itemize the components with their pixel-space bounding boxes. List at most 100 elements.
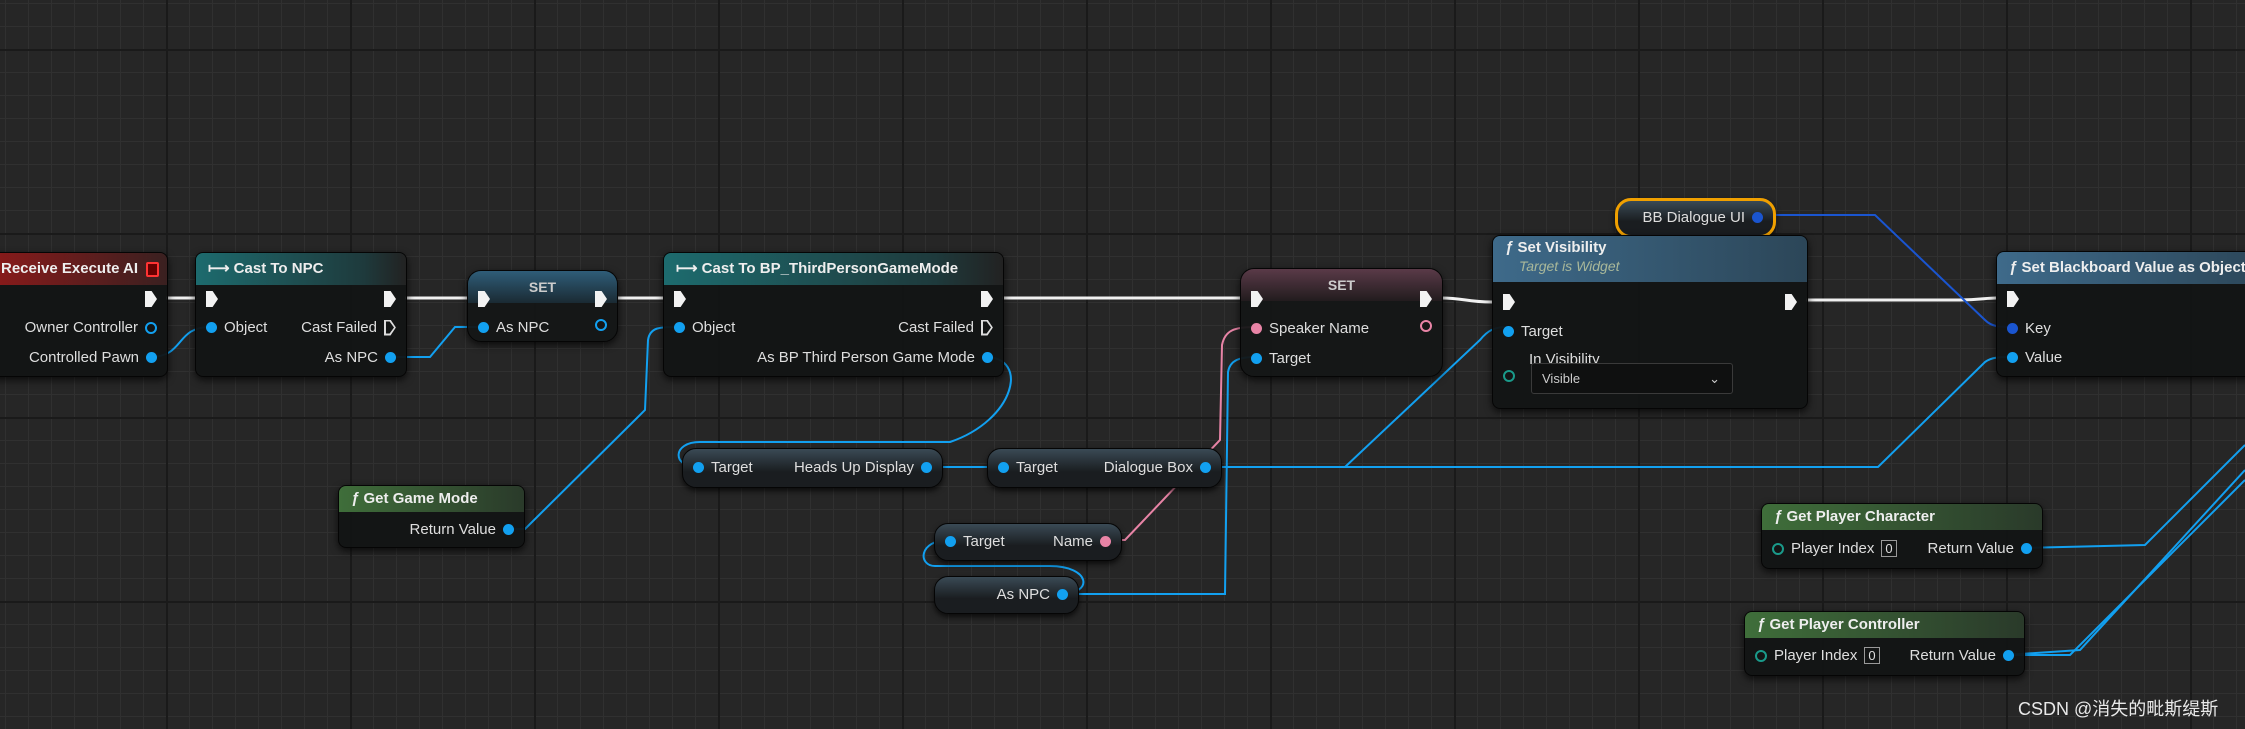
cast-failed-pin[interactable] bbox=[384, 320, 396, 336]
pin-label: Return Value bbox=[409, 521, 496, 538]
key-pin[interactable] bbox=[2007, 323, 2018, 334]
exec-in-pin[interactable] bbox=[478, 291, 490, 307]
exec-wire bbox=[1440, 296, 1493, 304]
object-pin[interactable] bbox=[674, 322, 685, 333]
node-header: ƒ Set Blackboard Value as Object bbox=[1997, 252, 2245, 284]
return-value-pin[interactable] bbox=[503, 524, 514, 535]
as-npc-pin[interactable] bbox=[1057, 589, 1068, 600]
exec-in-pin[interactable] bbox=[2007, 291, 2019, 307]
node-header: ƒ Get Player Character bbox=[1762, 504, 2042, 530]
node-set-speaker-name[interactable]: SET Speaker Name Target bbox=[1240, 268, 1443, 377]
exec-in-pin[interactable] bbox=[1251, 291, 1263, 307]
exec-out-pin[interactable] bbox=[1420, 291, 1432, 307]
as-npc-pin[interactable] bbox=[385, 352, 396, 363]
name-pin[interactable] bbox=[1100, 536, 1111, 547]
pin-label: Player Index bbox=[1791, 540, 1875, 557]
node-cast-to-gamemode[interactable]: ⟼ Cast To BP_ThirdPersonGameMode Object … bbox=[663, 252, 1004, 377]
node-subtitle: Target is Widget bbox=[1519, 258, 1620, 274]
target-pin[interactable] bbox=[945, 536, 956, 547]
node-bb-dialogue-ui[interactable]: BB Dialogue UI bbox=[1615, 198, 1776, 238]
node-get-game-mode[interactable]: ƒ Get Game Mode Return Value bbox=[338, 485, 525, 548]
node-get-name[interactable]: Target Name bbox=[934, 523, 1122, 561]
exec-out-pin[interactable] bbox=[1785, 294, 1797, 310]
in-visibility-pin[interactable] bbox=[1503, 370, 1515, 382]
pin-label: Controlled Pawn bbox=[28, 349, 139, 366]
node-set-blackboard-value[interactable]: ƒ Set Blackboard Value as Object Key Val… bbox=[1996, 251, 2245, 377]
target-pin[interactable] bbox=[693, 462, 704, 473]
player-index-pin[interactable] bbox=[1772, 542, 1784, 555]
speaker-name-in-pin[interactable] bbox=[1251, 323, 1262, 334]
node-set-visibility[interactable]: ƒ Set Visibility Target is Widget Target … bbox=[1492, 235, 1808, 409]
bb-dialogue-ui-pin[interactable] bbox=[1752, 212, 1763, 223]
function-icon: ƒ bbox=[1757, 616, 1766, 633]
pin-label: As NPC bbox=[996, 586, 1050, 603]
pin-label: Value bbox=[2025, 349, 2063, 366]
pin-label: Name bbox=[1052, 533, 1093, 550]
exec-out-pin[interactable] bbox=[981, 291, 993, 307]
pin-label: Target bbox=[1016, 459, 1058, 476]
return-value-pin[interactable] bbox=[2003, 650, 2014, 661]
player-index-pin[interactable] bbox=[1755, 649, 1767, 662]
owner-controller-pin[interactable] bbox=[145, 321, 157, 334]
cast-icon: ⟼ bbox=[208, 260, 234, 277]
exec-in-pin[interactable] bbox=[674, 291, 686, 307]
function-icon: ƒ bbox=[1774, 508, 1783, 525]
pin-label: Object bbox=[692, 319, 736, 336]
pin-label: Speaker Name bbox=[1269, 320, 1370, 337]
target-pin[interactable] bbox=[1251, 353, 1262, 364]
object-pin[interactable] bbox=[206, 322, 217, 333]
stop-icon bbox=[146, 262, 159, 277]
node-get-heads-up-display[interactable]: Target Heads Up Display bbox=[682, 448, 943, 488]
dialogue-box-pin[interactable] bbox=[1200, 462, 1211, 473]
speaker-name-out-pin[interactable] bbox=[1420, 320, 1432, 332]
node-header: ƒ Set Visibility Target is Widget bbox=[1493, 236, 1807, 282]
exec-out-pin[interactable] bbox=[595, 291, 607, 307]
exec-in-pin[interactable] bbox=[206, 291, 218, 307]
target-pin[interactable] bbox=[1503, 326, 1514, 337]
exec-wire bbox=[1806, 296, 1997, 302]
pin-label: Key bbox=[2025, 320, 2051, 337]
node-as-npc-variable[interactable]: As NPC bbox=[934, 576, 1079, 614]
node-get-dialogue-box[interactable]: Target Dialogue Box bbox=[987, 448, 1222, 488]
string-wire bbox=[1105, 326, 1256, 541]
pin-label: As BP Third Person Game Mode bbox=[757, 349, 975, 366]
node-get-player-controller[interactable]: ƒ Get Player Controller Player Index 0 Re… bbox=[1744, 611, 2025, 676]
cast-icon: ⟼ bbox=[676, 260, 702, 277]
as-npc-in-pin[interactable] bbox=[478, 322, 489, 333]
node-cast-to-npc[interactable]: ⟼ Cast To NPC Object Cast Failed As NPC bbox=[195, 252, 407, 377]
node-set-as-npc[interactable]: SET As NPC bbox=[467, 270, 618, 342]
node-header: Receive Execute AI bbox=[0, 253, 167, 285]
node-receive-execute-ai[interactable]: Receive Execute AI Owner Controller Cont… bbox=[0, 252, 168, 377]
exec-out-pin[interactable] bbox=[384, 291, 396, 307]
controlled-pawn-pin[interactable] bbox=[146, 352, 157, 363]
heads-up-display-pin[interactable] bbox=[921, 462, 932, 473]
function-icon: ƒ bbox=[2009, 259, 2018, 276]
player-index-input[interactable]: 0 bbox=[1881, 540, 1897, 557]
pin-label: Object bbox=[224, 319, 268, 336]
target-pin[interactable] bbox=[998, 462, 1009, 473]
chevron-down-icon: ⌄ bbox=[1709, 371, 1720, 386]
node-title: SET bbox=[1241, 269, 1442, 301]
pin-label: Player Index bbox=[1774, 647, 1858, 664]
node-title: Cast To BP_ThirdPersonGameMode bbox=[701, 260, 959, 277]
exec-out-pin[interactable] bbox=[145, 291, 157, 307]
value-pin[interactable] bbox=[2007, 352, 2018, 363]
as-gamemode-pin[interactable] bbox=[982, 352, 993, 363]
as-npc-out-pin[interactable] bbox=[595, 319, 607, 331]
return-value-pin[interactable] bbox=[2021, 543, 2032, 554]
node-title: Set Blackboard Value as Object bbox=[2021, 259, 2245, 276]
pin-label: Cast Failed bbox=[301, 319, 377, 336]
node-header: ƒ Get Player Controller bbox=[1745, 612, 2024, 638]
node-title: Get Player Character bbox=[1786, 508, 1935, 525]
node-title: Receive Execute AI bbox=[1, 260, 139, 277]
node-header: ⟼ Cast To BP_ThirdPersonGameMode bbox=[664, 253, 1003, 285]
exec-in-pin[interactable] bbox=[1503, 294, 1515, 310]
visibility-dropdown[interactable]: Visible ⌄ bbox=[1531, 363, 1733, 394]
node-get-player-character[interactable]: ƒ Get Player Character Player Index 0 Ret… bbox=[1761, 503, 2043, 569]
player-index-input[interactable]: 0 bbox=[1864, 647, 1880, 664]
pin-label: Return Value bbox=[1909, 647, 1996, 664]
node-title: Set Visibility bbox=[1517, 239, 1607, 256]
cast-failed-pin[interactable] bbox=[981, 320, 993, 336]
pin-label: Dialogue Box bbox=[1103, 459, 1193, 476]
pin-label: Owner Controller bbox=[24, 319, 138, 336]
